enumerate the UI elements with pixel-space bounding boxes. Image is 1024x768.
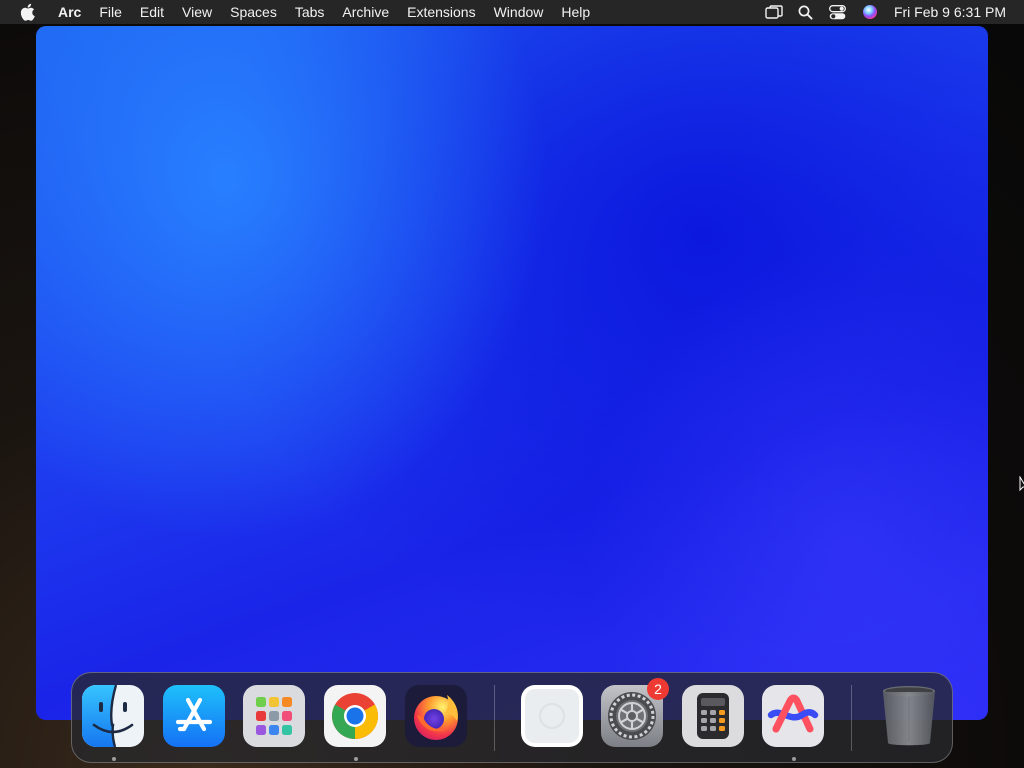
running-indicator-arc <box>792 757 796 761</box>
menu-tabs[interactable]: Tabs <box>286 0 334 24</box>
menu-extensions[interactable]: Extensions <box>398 0 484 24</box>
menu-file[interactable]: File <box>90 0 131 24</box>
mouse-cursor-icon <box>1019 475 1024 497</box>
dock-divider <box>494 685 495 751</box>
menubar-clock[interactable]: Fri Feb 9 6:31 PM <box>894 4 1006 20</box>
arc-browser-window[interactable] <box>36 26 988 720</box>
trash-icon <box>883 686 935 746</box>
app-menu-arc[interactable]: Arc <box>49 0 90 24</box>
menu-view[interactable]: View <box>173 0 221 24</box>
dock-item-chrome[interactable] <box>324 685 386 747</box>
firefox-icon <box>405 685 467 747</box>
apple-menu-icon[interactable] <box>19 3 35 21</box>
notification-badge: 2 <box>647 678 669 700</box>
menu-window[interactable]: Window <box>485 0 553 24</box>
finder-icon <box>82 685 144 747</box>
menu-bar: Arc File Edit View Spaces Tabs Archive E… <box>0 0 1024 24</box>
dock-item-finder[interactable] <box>82 685 144 747</box>
app-store-icon <box>163 685 225 747</box>
chrome-icon <box>324 685 386 747</box>
dock-divider <box>851 685 852 751</box>
dock-item-trash[interactable] <box>878 685 940 747</box>
menu-help[interactable]: Help <box>552 0 599 24</box>
dock: 2 <box>71 672 953 763</box>
running-indicator-finder <box>112 757 116 761</box>
dock-item-firefox[interactable] <box>405 685 467 747</box>
menu-edit[interactable]: Edit <box>131 0 173 24</box>
preview-icon <box>521 685 583 747</box>
dock-item-arc[interactable] <box>762 685 824 747</box>
dock-item-preview[interactable] <box>521 685 583 747</box>
calculator-icon <box>682 685 744 747</box>
launchpad-icon <box>243 685 305 747</box>
arc-icon <box>762 685 824 747</box>
spotlight-search-icon[interactable] <box>796 2 816 22</box>
dock-item-app-store[interactable] <box>163 685 225 747</box>
menu-spaces[interactable]: Spaces <box>221 0 286 24</box>
running-indicator-chrome <box>354 757 358 761</box>
menu-archive[interactable]: Archive <box>333 0 398 24</box>
control-center-icon[interactable] <box>828 2 848 22</box>
dock-item-calculator[interactable] <box>682 685 744 747</box>
siri-icon[interactable] <box>860 2 880 22</box>
screen-mirroring-icon[interactable] <box>764 2 784 22</box>
dock-item-launchpad[interactable] <box>243 685 305 747</box>
dock-item-system-settings[interactable]: 2 <box>601 678 669 747</box>
